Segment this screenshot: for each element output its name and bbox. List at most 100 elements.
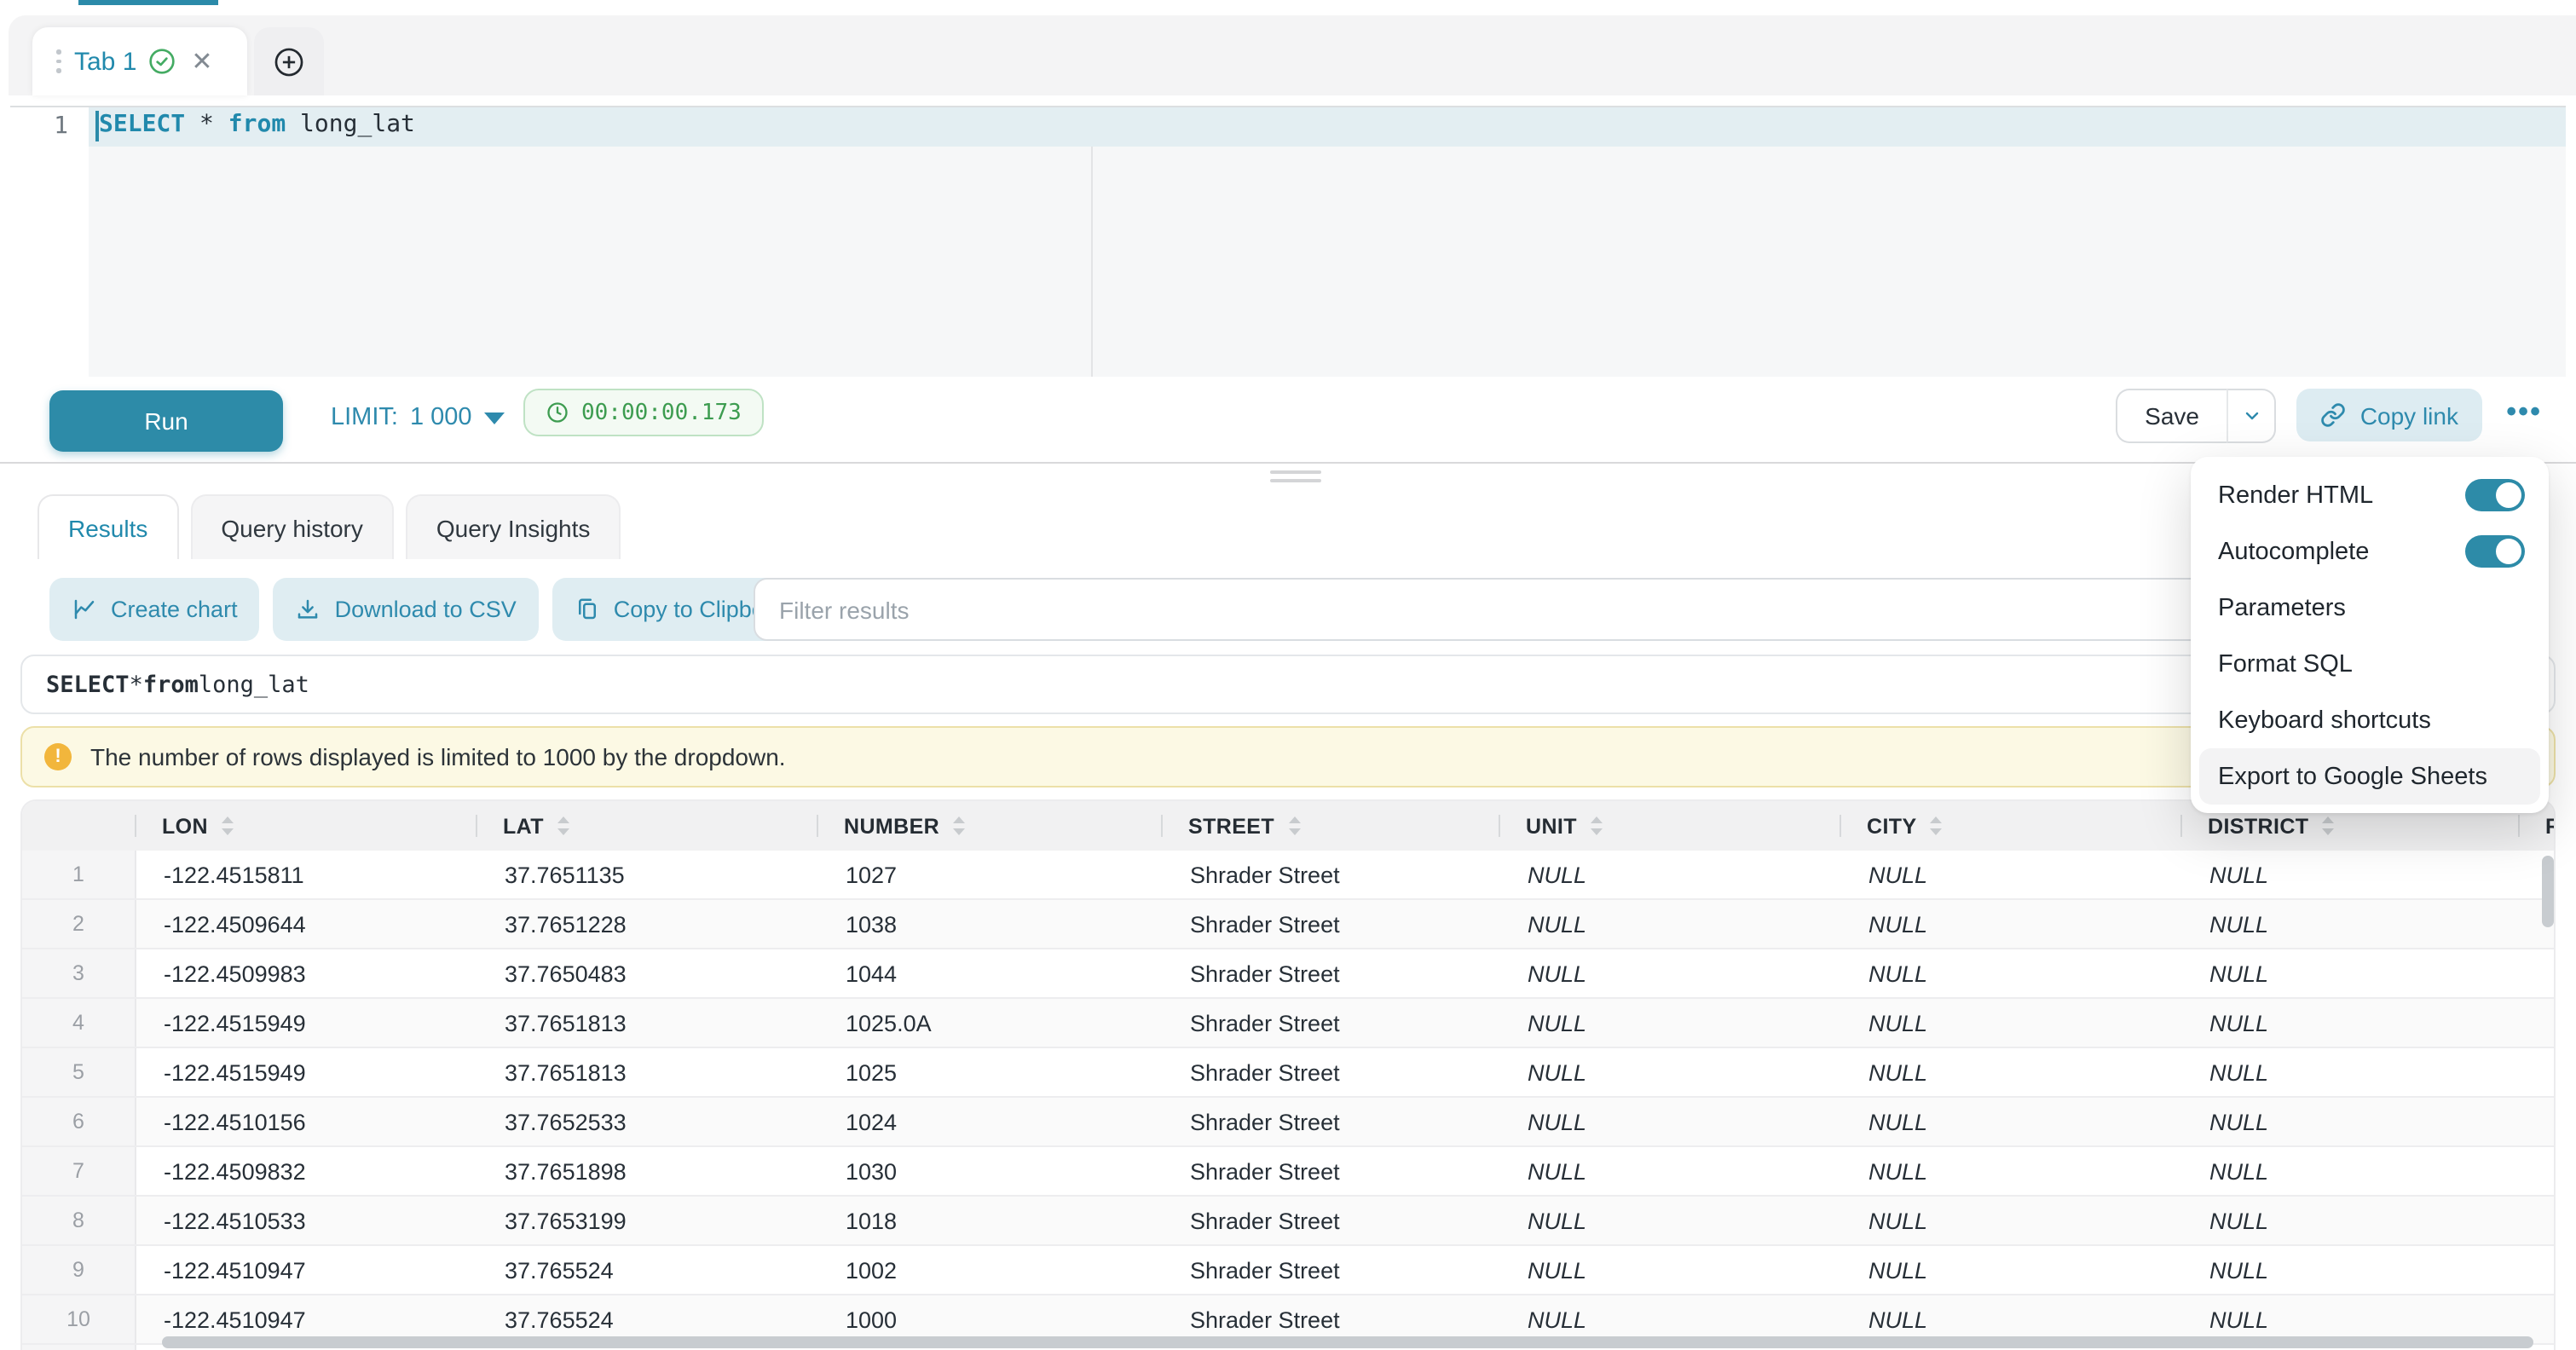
table-row[interactable]: 1-122.451581137.76511351027Shrader Stree… <box>22 851 2554 900</box>
save-button[interactable]: Save <box>2116 389 2227 443</box>
table-row[interactable]: 2-122.450964437.76512281038Shrader Stree… <box>22 900 2554 949</box>
column-label: LAT <box>503 814 544 838</box>
tab-results[interactable]: Results <box>38 494 178 559</box>
row-number: 9 <box>22 1246 136 1294</box>
row-number: 6 <box>22 1098 136 1145</box>
sort-icon[interactable] <box>544 816 569 835</box>
column-separator <box>135 815 136 837</box>
column-separator <box>817 815 818 837</box>
menu-item-label: Format SQL <box>2218 650 2353 678</box>
table-row[interactable]: 5-122.451594937.76518131025Shrader Stree… <box>22 1048 2554 1098</box>
tab-editor-tab1[interactable]: Tab 1 ✕ <box>32 27 247 95</box>
table-row[interactable]: 3-122.450998337.76504831044Shrader Stree… <box>22 949 2554 999</box>
table-cell: NULL <box>1841 900 2182 948</box>
column-header-street[interactable]: STREET <box>1161 801 1499 851</box>
table-row[interactable]: 8-122.451053337.76531991018Shrader Stree… <box>22 1197 2554 1246</box>
table-cell: NULL <box>1841 1147 2182 1195</box>
pane-resize-handle[interactable] <box>1270 470 1321 486</box>
sort-icon[interactable] <box>208 816 234 835</box>
save-options-button[interactable] <box>2227 389 2276 443</box>
sort-icon[interactable] <box>1274 816 1300 835</box>
more-options-button[interactable]: ••• <box>2506 397 2542 426</box>
table-row[interactable]: 7-122.450983237.76518981030Shrader Stree… <box>22 1147 2554 1197</box>
sort-icon[interactable] <box>1577 816 1603 835</box>
column-header-city[interactable]: CITY <box>1840 801 2180 851</box>
download-csv-label: Download to CSV <box>335 597 517 622</box>
copy-link-button[interactable]: Copy link <box>2297 389 2482 441</box>
chevron-down-icon <box>2241 406 2261 426</box>
editor-split-line <box>1091 147 1093 378</box>
sql-workbench-app: Tab 1 ✕ 1 SELECT * from long_lat Run LIM… <box>0 0 2576 1350</box>
column-label: REGION <box>2545 814 2556 838</box>
add-tab-button[interactable] <box>254 27 324 95</box>
menu-item-render-html[interactable]: Render HTML <box>2191 467 2549 523</box>
limit-dropdown[interactable]: LIMIT: 1 000 <box>331 404 505 431</box>
copy-link-label: Copy link <box>2360 401 2458 429</box>
sql-text: long_lat <box>286 111 415 138</box>
tab-query-history[interactable]: Query history <box>190 494 394 559</box>
menu-item-parameters[interactable]: Parameters <box>2191 580 2549 636</box>
table-cell: NULL <box>2182 999 2520 1047</box>
table-row[interactable]: 4-122.451594937.76518131025.0AShrader St… <box>22 999 2554 1048</box>
table-cell: Shrader Street <box>1163 1197 1500 1244</box>
column-header-number[interactable]: NUMBER <box>817 801 1161 851</box>
table-cell: 37.7651898 <box>477 1147 818 1195</box>
table-cell: 1030 <box>818 1147 1163 1195</box>
table-cell: NULL <box>1500 1147 1841 1195</box>
warning-text: The number of rows displayed is limited … <box>90 743 786 770</box>
create-chart-label: Create chart <box>111 597 238 622</box>
table-cell: 1024 <box>818 1098 1163 1145</box>
tab-query-insights[interactable]: Query Insights <box>406 494 621 559</box>
sort-icon[interactable] <box>1917 816 1943 835</box>
table-cell: NULL <box>2182 851 2520 898</box>
download-icon <box>296 597 321 622</box>
download-csv-button[interactable]: Download to CSV <box>274 578 539 641</box>
menu-item-format-sql[interactable]: Format SQL <box>2191 636 2549 692</box>
table-cell: 1002 <box>818 1246 1163 1294</box>
vertical-scrollbar[interactable] <box>2542 856 2554 927</box>
create-chart-button[interactable]: Create chart <box>49 578 260 641</box>
table-row[interactable]: 9-122.451094737.7655241002Shrader Street… <box>22 1246 2554 1295</box>
sort-icon[interactable] <box>939 816 965 835</box>
clipboard-icon <box>575 597 600 622</box>
table-row[interactable]: 6-122.451015637.76525331024Shrader Stree… <box>22 1098 2554 1147</box>
sort-icon[interactable] <box>2309 816 2335 835</box>
more-options-menu: Render HTML AutocompleteParameters Format … <box>2191 457 2549 813</box>
table-cell: 37.7651135 <box>477 851 818 898</box>
sql-text: long_lat <box>199 671 309 698</box>
editor-gutter: 1 <box>10 107 89 378</box>
column-label: STREET <box>1188 814 1274 838</box>
menu-item-export-to-google-sheets[interactable]: Export to Google Sheets <box>2199 748 2540 805</box>
menu-item-label: Render HTML <box>2218 482 2373 509</box>
executed-query-bar: SELECT * from long_lat <box>20 655 2556 714</box>
table-cell: NULL <box>1841 1246 2182 1294</box>
sql-keyword: SELECT <box>99 111 185 138</box>
table-cell: NULL <box>1500 900 1841 948</box>
menu-item-autocomplete[interactable]: Autocomplete <box>2191 523 2549 580</box>
line-number: 1 <box>54 112 68 140</box>
toggle-switch-on[interactable] <box>2465 535 2525 568</box>
table-cell: NULL <box>1500 1246 1841 1294</box>
column-header-lat[interactable]: LAT <box>476 801 817 851</box>
table-cell: NULL <box>1500 949 1841 997</box>
clock-icon <box>546 401 569 424</box>
results-tab-bar: Results Query history Query Insights <box>38 494 621 557</box>
column-header-unit[interactable]: UNIT <box>1499 801 1840 851</box>
table-cell: -122.4509832 <box>136 1147 477 1195</box>
menu-item-keyboard-shortcuts[interactable]: Keyboard shortcuts <box>2191 692 2549 748</box>
toggle-switch-on[interactable] <box>2465 479 2525 511</box>
close-tab-icon[interactable]: ✕ <box>191 49 212 74</box>
table-cell: 37.7651813 <box>477 999 818 1047</box>
table-cell: 1025.0A <box>818 999 1163 1047</box>
drag-handle-icon[interactable] <box>56 50 61 73</box>
run-button[interactable]: Run <box>49 390 283 452</box>
table-cell: 1038 <box>818 900 1163 948</box>
toggle-knob <box>2496 539 2521 564</box>
table-cell: 1025 <box>818 1048 1163 1096</box>
horizontal-scrollbar[interactable] <box>162 1336 2533 1348</box>
sql-editor[interactable]: 1 SELECT * from long_lat <box>10 106 2566 380</box>
column-header-lon[interactable]: LON <box>135 801 476 851</box>
column-label: UNIT <box>1526 814 1577 838</box>
row-number: 3 <box>22 949 136 997</box>
table-cell: NULL <box>1500 1048 1841 1096</box>
